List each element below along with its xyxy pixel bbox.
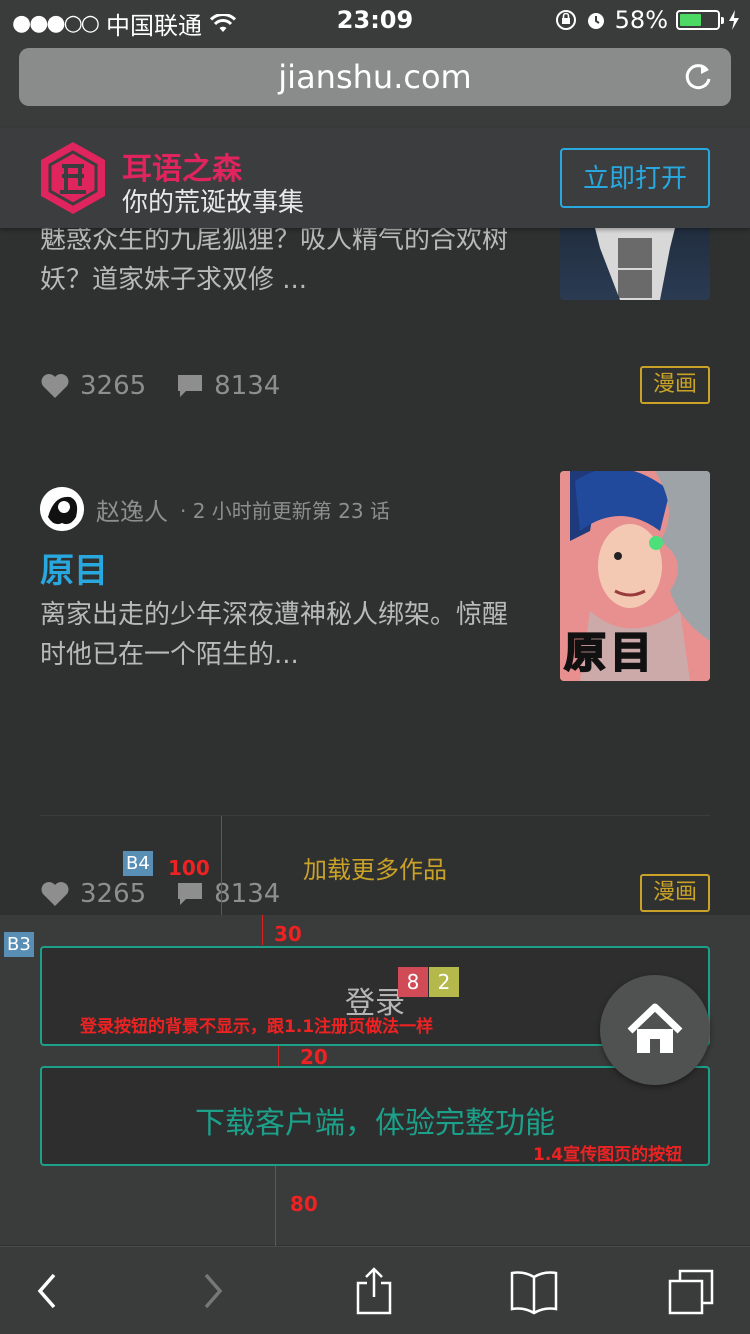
- url-text: jianshu.com: [278, 58, 472, 96]
- annotation-b4-box: B4: [123, 851, 153, 876]
- home-button[interactable]: [600, 975, 710, 1085]
- share-icon[interactable]: [348, 1265, 400, 1317]
- browser-toolbar: [0, 1246, 750, 1334]
- author-avatar[interactable]: [40, 487, 84, 531]
- browser-address-area: jianshu.com: [0, 40, 750, 128]
- feed-item[interactable]: 魅惑众生的九尾狐狸？吸人精气的合欢树妖？道家妹子求双修 ... 3265 813: [40, 208, 710, 478]
- work-title[interactable]: 原目: [40, 543, 108, 592]
- annotation-b3-box: B3: [4, 932, 34, 957]
- app-tagline: 你的荒诞故事集: [122, 188, 305, 218]
- home-icon: [627, 1003, 683, 1053]
- likes[interactable]: 3265: [40, 371, 146, 401]
- forward-icon[interactable]: [188, 1265, 240, 1317]
- charging-icon: [729, 10, 739, 30]
- app-open-banner: 耳语之森 你的荒诞故事集 立即打开: [0, 128, 750, 228]
- annotation-login-note: 登录按钮的背景不显示，跟1.1注册页做法一样: [80, 1017, 434, 1037]
- annotation-gap-bottom: 80: [290, 1192, 318, 1216]
- annotation-line: [278, 1046, 279, 1066]
- alarm-icon: [587, 13, 604, 29]
- item-description: 离家出走的少年深夜遭神秘人绑架。惊醒时他已在一个陌生的...: [40, 600, 509, 670]
- battery-icon: [676, 10, 724, 30]
- cover-title: 原目: [563, 627, 657, 678]
- app-logo-icon: [41, 142, 105, 214]
- annotation-badge-olive: 2: [429, 967, 459, 997]
- item-cover[interactable]: 原目: [560, 471, 710, 681]
- battery-percent: 58%: [614, 6, 668, 34]
- status-right: 58%: [555, 6, 740, 34]
- back-icon[interactable]: [24, 1265, 76, 1317]
- open-app-button[interactable]: 立即打开: [560, 148, 710, 208]
- comments-count: 8134: [214, 371, 281, 401]
- comments[interactable]: 8134: [176, 371, 280, 401]
- update-info: · 2 小时前更新第 23 话: [180, 498, 390, 523]
- battery-fill: [680, 14, 701, 26]
- annotation-line: [221, 816, 222, 916]
- bookmarks-icon[interactable]: [508, 1265, 560, 1317]
- annotation-b4-height: 100: [168, 856, 210, 880]
- status-bar: ●●●○○ 中国联通 23:09 58%: [0, 0, 750, 40]
- author-name[interactable]: 赵逸人: [96, 492, 168, 527]
- item-description: 魅惑众生的九尾狐狸？吸人精气的合欢树妖？道家妹子求双修 ...: [40, 225, 509, 295]
- annotation-line: [275, 1166, 276, 1246]
- address-bar[interactable]: jianshu.com: [19, 48, 731, 106]
- download-label: 下载客户端，体验完整功能: [195, 1106, 555, 1141]
- item-stats: 3265 8134 漫画: [40, 366, 710, 406]
- annotation-download-note: 1.4宣传图页的按钮: [533, 1145, 683, 1165]
- avatar-image: [40, 487, 84, 531]
- author-row: 赵逸人 · 2 小时前更新第 23 话: [40, 487, 390, 531]
- annotation-gap-top: 30: [274, 922, 302, 946]
- reload-icon[interactable]: [681, 60, 715, 94]
- feed-item[interactable]: 赵逸人 · 2 小时前更新第 23 话 原目 离家出走的少年深夜遭神秘人绑架。惊…: [40, 471, 710, 912]
- likes-count: 3265: [80, 371, 147, 401]
- heart-icon: [41, 374, 69, 398]
- tabs-icon[interactable]: [666, 1265, 718, 1317]
- category-tag[interactable]: 漫画: [640, 366, 710, 404]
- comment-icon: [178, 375, 203, 397]
- orientation-lock-icon: [555, 10, 576, 30]
- annotation-line: [262, 915, 263, 945]
- annotation-badge-red: 8: [398, 967, 428, 997]
